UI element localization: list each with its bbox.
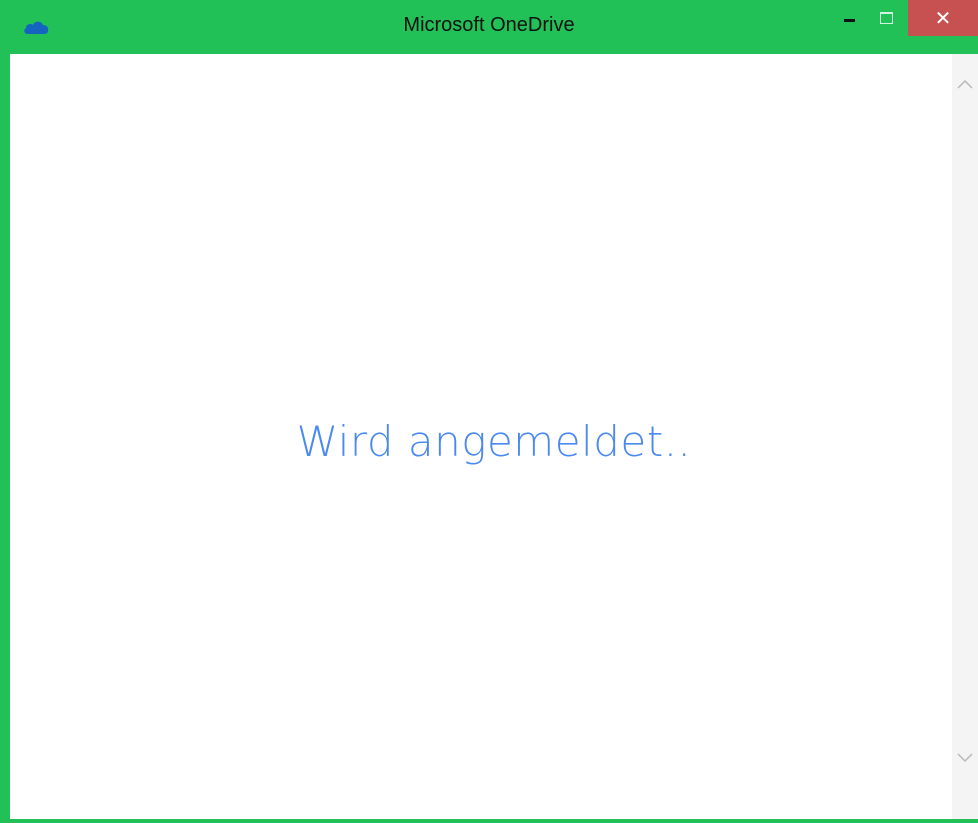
maximize-icon	[880, 12, 893, 24]
close-button[interactable]: ✕	[908, 0, 978, 36]
minimize-button[interactable]	[826, 0, 872, 36]
window-bottom-border	[10, 819, 978, 823]
onedrive-window: Microsoft OneDrive ✕ Wird angemeldet..	[0, 0, 978, 823]
title-bar[interactable]: Microsoft OneDrive ✕	[0, 0, 978, 54]
signing-in-status: Wird angemeldet..	[296, 417, 692, 466]
vertical-scrollbar[interactable]	[952, 54, 978, 819]
minimize-icon	[844, 19, 855, 22]
content-area: Wird angemeldet..	[10, 54, 978, 819]
maximize-button[interactable]	[872, 0, 908, 36]
close-icon: ✕	[934, 6, 952, 30]
chevron-down-icon[interactable]	[956, 748, 974, 766]
chevron-up-icon[interactable]	[956, 76, 974, 94]
